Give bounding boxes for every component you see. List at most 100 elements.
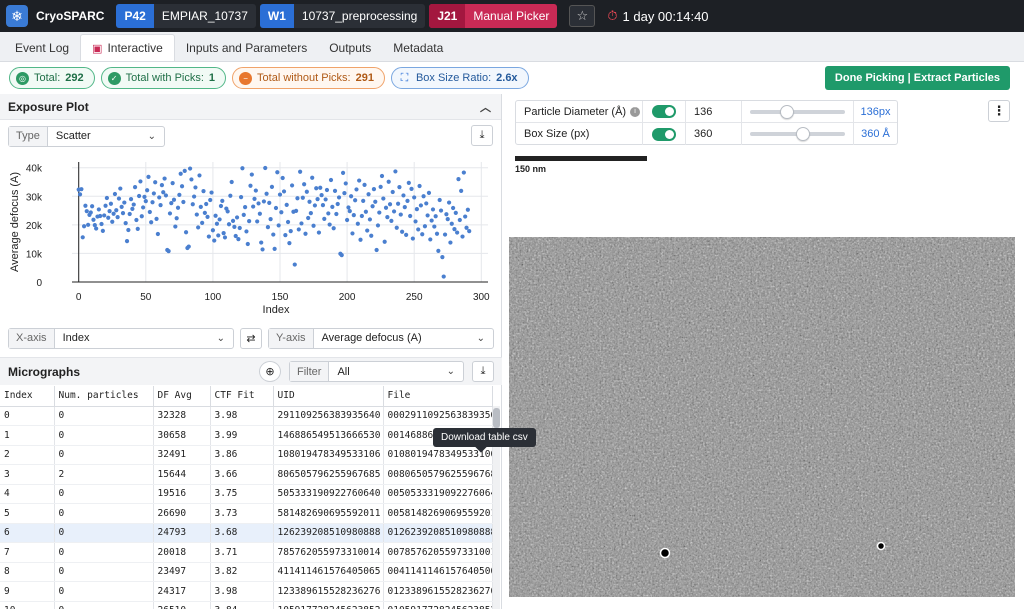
scatter-point[interactable] [289,183,295,188]
scatter-point[interactable] [103,203,108,208]
download-plot-icon[interactable]: ⤓ [471,125,493,146]
scatter-point[interactable] [153,180,158,185]
scatter-point[interactable] [332,188,338,193]
scatter-point[interactable] [143,199,148,204]
info-icon[interactable]: i [630,106,641,117]
scatter-point[interactable] [115,215,120,220]
scatter-point[interactable] [217,217,222,222]
table-row[interactable]: 10306583.9914688654951366653000146886549… [0,425,493,446]
scatter-point[interactable] [430,207,436,212]
scatter-point[interactable] [401,193,406,198]
scatter-point[interactable] [343,181,348,186]
scatter-point[interactable] [208,197,213,203]
scatter-point[interactable] [275,170,280,175]
scatter-point[interactable] [357,178,362,183]
scatter-point[interactable] [124,239,130,244]
scatter-point[interactable] [440,255,445,260]
scatter-point[interactable] [186,244,191,249]
swap-axes-icon[interactable]: ⇄ [240,327,262,349]
scatter-point[interactable] [255,219,260,224]
scatter-point[interactable] [169,201,174,206]
scatter-point[interactable] [206,234,211,239]
scatter-point[interactable] [84,209,89,214]
scatter-point[interactable] [336,195,342,200]
scatter-point[interactable] [331,226,336,231]
scatter-point[interactable] [358,237,363,242]
scatter-point[interactable] [272,246,277,251]
scatter-point[interactable] [171,197,177,202]
scatter-point[interactable] [307,199,312,204]
scatter-point[interactable] [123,221,128,226]
scatter-point[interactable] [136,193,142,199]
scatter-point[interactable] [210,228,216,233]
scatter-point[interactable] [197,173,202,178]
scatter-point[interactable] [271,232,276,237]
scatter-point[interactable] [409,186,414,191]
plot-type-select[interactable]: Type Scatter ⌄ [8,125,165,147]
scatter-point[interactable] [261,199,266,204]
scatter-point[interactable] [350,231,355,236]
crosshair-icon[interactable]: ⊕ [259,361,281,382]
scatter-point[interactable] [400,229,405,234]
scatter-point[interactable] [318,185,323,190]
scatter-point[interactable] [436,248,441,253]
scatter-point[interactable] [292,262,297,267]
scatter-point[interactable] [424,201,429,206]
scatter-point[interactable] [256,201,261,206]
scatter-point[interactable] [432,224,437,229]
scatter-point[interactable] [162,176,167,181]
scatter-point[interactable] [91,217,96,222]
scatter-point[interactable] [421,194,426,199]
column-header[interactable]: Num. particles [54,386,154,407]
scatter-point[interactable] [296,227,301,232]
scatter-point[interactable] [335,201,340,207]
scatter-point[interactable] [385,215,390,220]
scatter-point[interactable] [190,202,195,207]
scatter-point[interactable] [273,205,279,211]
scatter-point[interactable] [361,198,366,203]
scatter-point[interactable] [381,196,386,201]
scatter-point[interactable] [259,240,264,245]
scatter-point[interactable] [150,200,155,205]
scatter-point[interactable] [247,219,252,224]
scatter-point[interactable] [251,204,256,209]
scatter-point[interactable] [111,211,116,216]
scatter-point[interactable] [230,218,236,223]
scatter-point[interactable] [445,217,450,222]
scatter-point[interactable] [189,177,194,182]
scatter-point[interactable] [303,231,308,236]
scatter-point[interactable] [86,222,91,227]
particle-diameter-toggle[interactable] [652,105,676,118]
scatter-point[interactable] [212,238,217,243]
scatter-point[interactable] [377,210,382,215]
table-row[interactable]: 2 0 32491 3.86 108019478349533106 01080194783… [0,445,493,465]
scatter-point[interactable] [314,186,319,191]
scatter-point[interactable] [145,188,150,193]
scatter-point[interactable] [300,195,305,200]
scatter-point[interactable] [194,212,199,217]
scatter-point[interactable] [366,192,371,197]
breadcrumb-project[interactable]: P42 EMPIAR_10737 [116,4,256,28]
scatter-point[interactable] [346,205,351,210]
scatter-point[interactable] [226,222,232,227]
scatter-point[interactable] [460,234,465,239]
cryosparc-logo-icon[interactable]: ❄ [6,5,28,27]
column-header[interactable]: UID [273,386,384,407]
table-row[interactable]: 4 0 19516 3.75 505333190922760640 00505333190… [0,484,493,504]
scatter-point[interactable] [192,194,197,199]
tab-event-log[interactable]: Event Log [4,35,80,61]
scatter-point[interactable] [174,216,179,221]
scatter-point[interactable] [448,240,453,245]
scatter-point[interactable] [294,208,299,213]
scatter-point[interactable] [446,200,452,205]
scatter-point[interactable] [455,230,460,235]
scatter-point[interactable] [128,197,134,202]
scatter-point[interactable] [365,228,370,233]
scatter-point[interactable] [334,211,339,217]
scatter-point[interactable] [182,168,187,173]
scatter-point[interactable] [187,166,193,171]
scatter-point[interactable] [280,175,285,181]
scatter-point[interactable] [163,193,169,198]
scatter-point[interactable] [302,182,307,187]
scatter-point[interactable] [193,185,198,190]
